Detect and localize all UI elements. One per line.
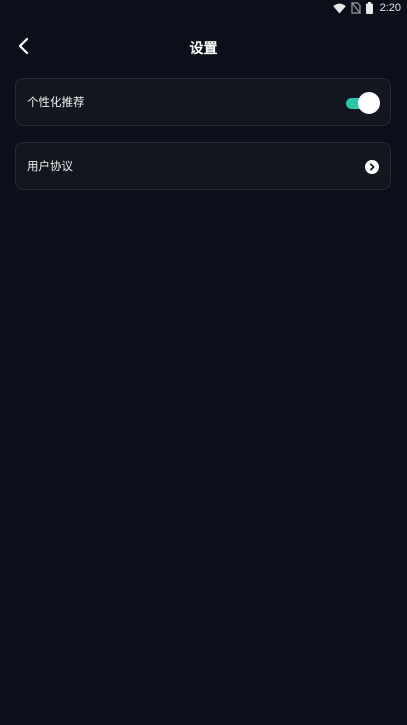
personalized-recommendation-label: 个性化推荐 xyxy=(27,95,85,109)
personalized-recommendation-row[interactable]: 个性化推荐 xyxy=(15,78,391,126)
user-agreement-row[interactable]: 用户协议 xyxy=(15,142,391,190)
header: 设置 xyxy=(0,28,407,68)
user-agreement-label: 用户协议 xyxy=(27,159,73,173)
page-title: 设置 xyxy=(189,41,218,57)
status-time: 2:20 xyxy=(379,2,401,14)
personalized-recommendation-toggle[interactable] xyxy=(346,92,380,114)
battery-icon xyxy=(365,2,373,14)
status-bar: 2:20 xyxy=(0,0,407,18)
status-icons: 2:20 xyxy=(332,2,401,14)
chevron-right-circle-icon xyxy=(365,160,379,174)
wifi-icon xyxy=(332,3,346,14)
no-sim-icon xyxy=(350,2,361,14)
toggle-knob xyxy=(358,92,380,114)
